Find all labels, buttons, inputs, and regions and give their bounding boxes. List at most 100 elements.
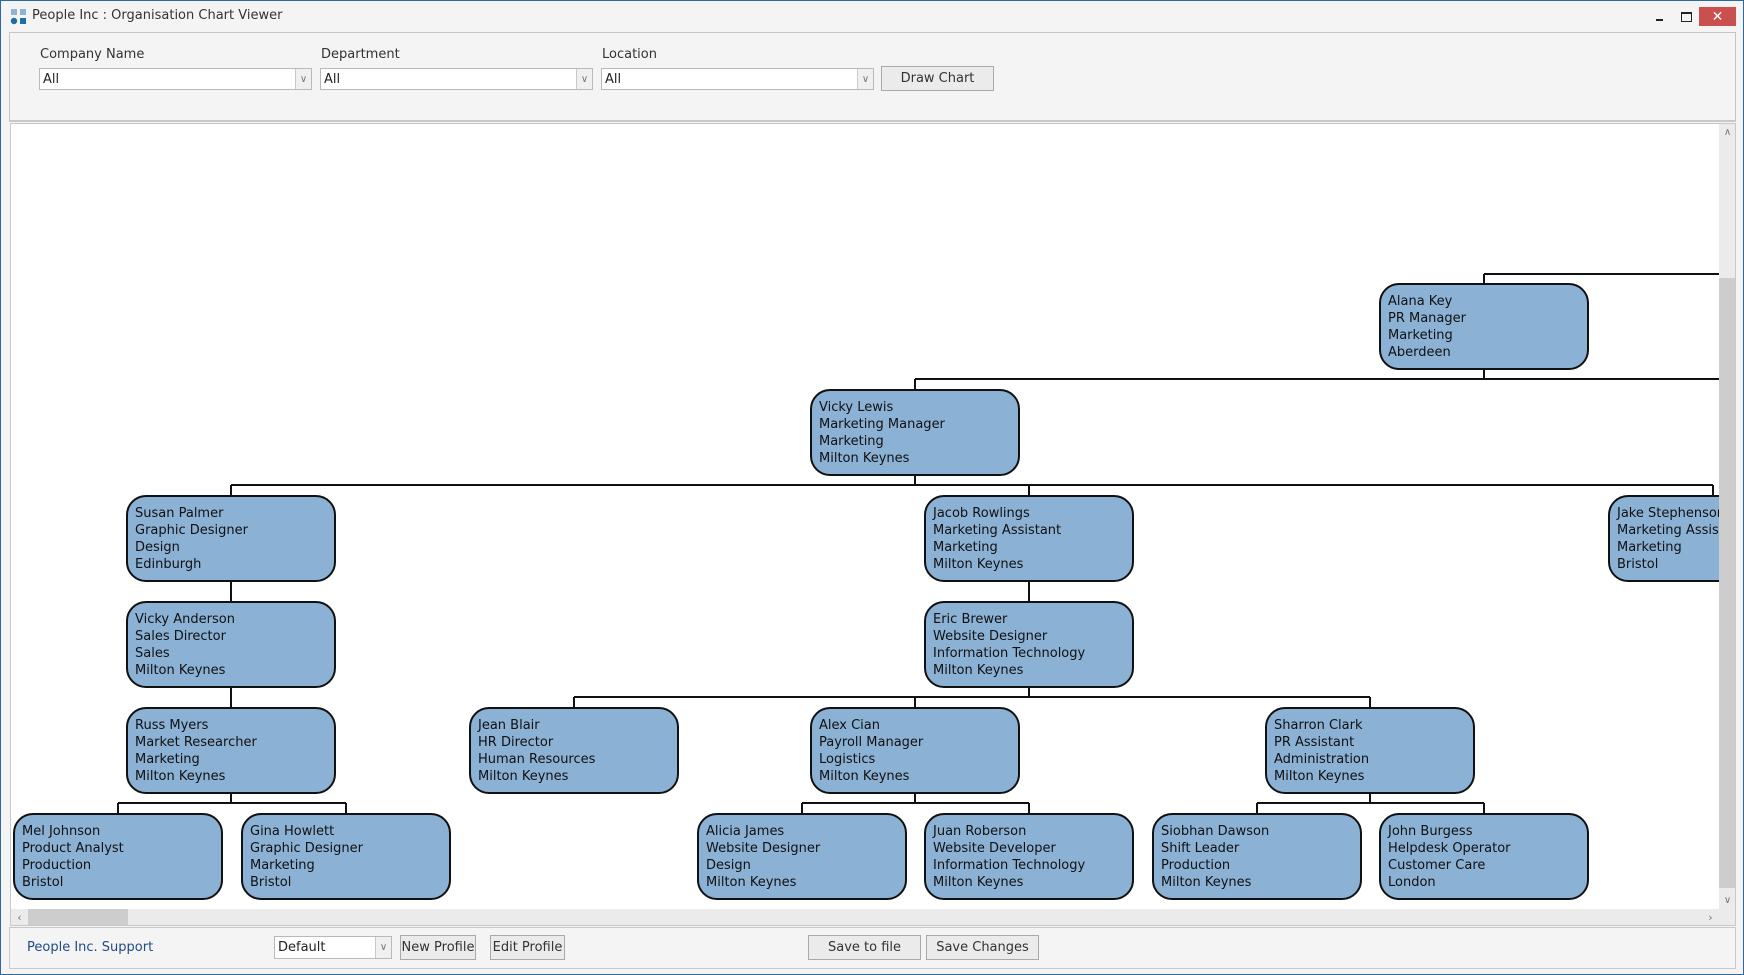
scroll-left-icon[interactable]: ‹ — [11, 909, 28, 925]
app-window: People Inc : Organisation Chart Viewer ✕… — [0, 0, 1744, 975]
node-title: Website Developer — [933, 841, 1056, 856]
department-value: All — [324, 71, 341, 87]
save-changes-button[interactable]: Save Changes — [926, 935, 1039, 960]
node-name: Juan Roberson — [933, 824, 1027, 839]
chevron-down-icon[interactable]: ∨ — [295, 69, 311, 89]
node-department: Marketing — [933, 540, 998, 555]
node-location: Bristol — [250, 875, 292, 890]
node-title: Graphic Designer — [250, 841, 363, 856]
node-title: Website Designer — [706, 841, 821, 856]
node-name: Siobhan Dawson — [1161, 824, 1270, 839]
minimize-button[interactable] — [1649, 7, 1669, 26]
org-node-alicia[interactable]: Alicia James Website Designer Design Milton… — [697, 813, 907, 900]
org-node-gina[interactable]: Gina Howlett Graphic Designer Marketing Bri… — [241, 813, 451, 900]
node-location: Edinburgh — [135, 557, 202, 572]
node-department: Production — [1161, 858, 1231, 873]
node-title: Helpdesk Operator — [1388, 841, 1511, 856]
save-to-file-button[interactable]: Save to file — [808, 935, 921, 960]
app-logo-icon — [10, 9, 26, 25]
chevron-down-icon[interactable]: ∨ — [375, 937, 391, 958]
title-bar: People Inc : Organisation Chart Viewer ✕ — [1, 1, 1743, 32]
node-department: Customer Care — [1388, 858, 1486, 873]
node-department: Design — [706, 858, 751, 873]
org-node-alana[interactable]: Alana Key PR Manager Marketing Aberdeen — [1379, 283, 1589, 370]
node-location: Milton Keynes — [933, 875, 1024, 890]
org-node-john[interactable]: John Burgess Helpdesk Operator Customer Ca… — [1379, 813, 1589, 900]
org-chart-canvas[interactable]: Alana Key PR Manager Marketing Aberdeen Vick… — [10, 123, 1736, 926]
org-node-sharron[interactable]: Sharron Clark PR Assistant Administration M… — [1265, 707, 1475, 794]
node-title: Shift Leader — [1161, 841, 1240, 856]
node-name: Eric Brewer — [933, 612, 1008, 627]
node-name: Alicia James — [706, 824, 785, 839]
node-location: Bristol — [22, 875, 64, 890]
footer-bar: People Inc. Support Default ∨ New Profil… — [9, 927, 1736, 969]
node-location: Milton Keynes — [933, 663, 1024, 678]
org-node-alex[interactable]: Alex Cian Payroll Manager Logistics Milton … — [810, 707, 1020, 794]
draw-chart-button[interactable]: Draw Chart — [881, 66, 994, 91]
support-link[interactable]: People Inc. Support — [27, 940, 153, 955]
scroll-up-icon[interactable]: ∧ — [1719, 124, 1735, 141]
location-dropdown[interactable]: All ∨ — [601, 68, 874, 90]
location-label: Location — [602, 47, 657, 62]
scroll-down-icon[interactable]: ∨ — [1719, 892, 1735, 909]
node-department: Information Technology — [933, 646, 1086, 661]
profile-dropdown[interactable]: Default ∨ — [274, 936, 392, 959]
company-name-value: All — [43, 71, 60, 87]
node-location: Milton Keynes — [819, 769, 910, 784]
org-node-siobhan[interactable]: Siobhan Dawson Shift Leader Production Milt… — [1152, 813, 1362, 900]
org-node-eric[interactable]: Eric Brewer Website Designer Information T… — [924, 601, 1134, 688]
node-location: Milton Keynes — [933, 557, 1024, 572]
node-location: Milton Keynes — [135, 663, 226, 678]
node-title: Marketing Assistant — [933, 523, 1062, 538]
node-title: Graphic Designer — [135, 523, 248, 538]
org-node-jacob[interactable]: Jacob Rowlings Marketing Assistant Marketi… — [924, 495, 1134, 582]
maximize-button[interactable] — [1676, 7, 1696, 26]
new-profile-button[interactable]: New Profile — [400, 935, 476, 960]
org-node-juan[interactable]: Juan Roberson Website Developer Informatio… — [924, 813, 1134, 900]
node-name: Jacob Rowlings — [933, 506, 1030, 521]
company-name-label: Company Name — [40, 47, 145, 62]
node-title: Payroll Manager — [819, 735, 924, 750]
node-department: Logistics — [819, 752, 876, 767]
vertical-scrollbar[interactable]: ∧ ∨ — [1719, 124, 1735, 909]
chevron-down-icon[interactable]: ∨ — [857, 69, 873, 89]
org-node-vickyl[interactable]: Vicky Lewis Marketing Manager Marketing Mil… — [810, 389, 1020, 476]
node-location: London — [1388, 875, 1436, 890]
close-button[interactable]: ✕ — [1699, 7, 1736, 26]
scroll-right-icon[interactable]: › — [1702, 909, 1719, 925]
org-node-russ[interactable]: Russ Myers Market Researcher Marketing Milt… — [126, 707, 336, 794]
vertical-scroll-thumb[interactable] — [1719, 278, 1735, 888]
node-department: Marketing — [250, 858, 315, 873]
node-department: Production — [22, 858, 92, 873]
horizontal-scroll-thumb[interactable] — [28, 909, 128, 925]
node-title: PR Manager — [1388, 311, 1466, 326]
node-name: John Burgess — [1388, 824, 1473, 839]
department-dropdown[interactable]: All ∨ — [320, 68, 593, 90]
node-title: Website Designer — [933, 629, 1048, 644]
department-label: Department — [321, 47, 400, 62]
node-title: Market Researcher — [135, 735, 257, 750]
edit-profile-button[interactable]: Edit Profile — [490, 935, 565, 960]
filter-panel: Company Name All ∨ Department All ∨ Loca… — [9, 32, 1736, 122]
chevron-down-icon[interactable]: ∨ — [576, 69, 592, 89]
node-name: Alex Cian — [819, 718, 880, 733]
node-location: Milton Keynes — [1274, 769, 1365, 784]
horizontal-scrollbar[interactable]: ‹ › — [11, 909, 1719, 925]
company-name-dropdown[interactable]: All ∨ — [39, 68, 312, 90]
org-node-mel[interactable]: Mel Johnson Product Analyst Production Bris… — [13, 813, 223, 900]
org-node-vickya[interactable]: Vicky Anderson Sales Director Sales Milton … — [126, 601, 336, 688]
node-location: Milton Keynes — [1161, 875, 1252, 890]
org-node-jake[interactable]: Jake Stephenson Marketing Assistant Market… — [1608, 495, 1735, 582]
node-location: Milton Keynes — [478, 769, 569, 784]
node-name: Mel Johnson — [22, 824, 101, 839]
org-node-susan[interactable]: Susan Palmer Graphic Designer Design Edinbu… — [126, 495, 336, 582]
profile-value: Default — [278, 940, 326, 955]
org-node-jean[interactable]: Jean Blair HR Director Human Resources Milt… — [469, 707, 679, 794]
node-name: Russ Myers — [135, 718, 209, 733]
node-name: Alana Key — [1388, 294, 1453, 309]
node-title: HR Director — [478, 735, 554, 750]
node-department: Human Resources — [478, 752, 596, 767]
node-department: Marketing — [1388, 328, 1453, 343]
node-title: Sales Director — [135, 629, 226, 644]
window-title: People Inc : Organisation Chart Viewer — [32, 8, 283, 23]
